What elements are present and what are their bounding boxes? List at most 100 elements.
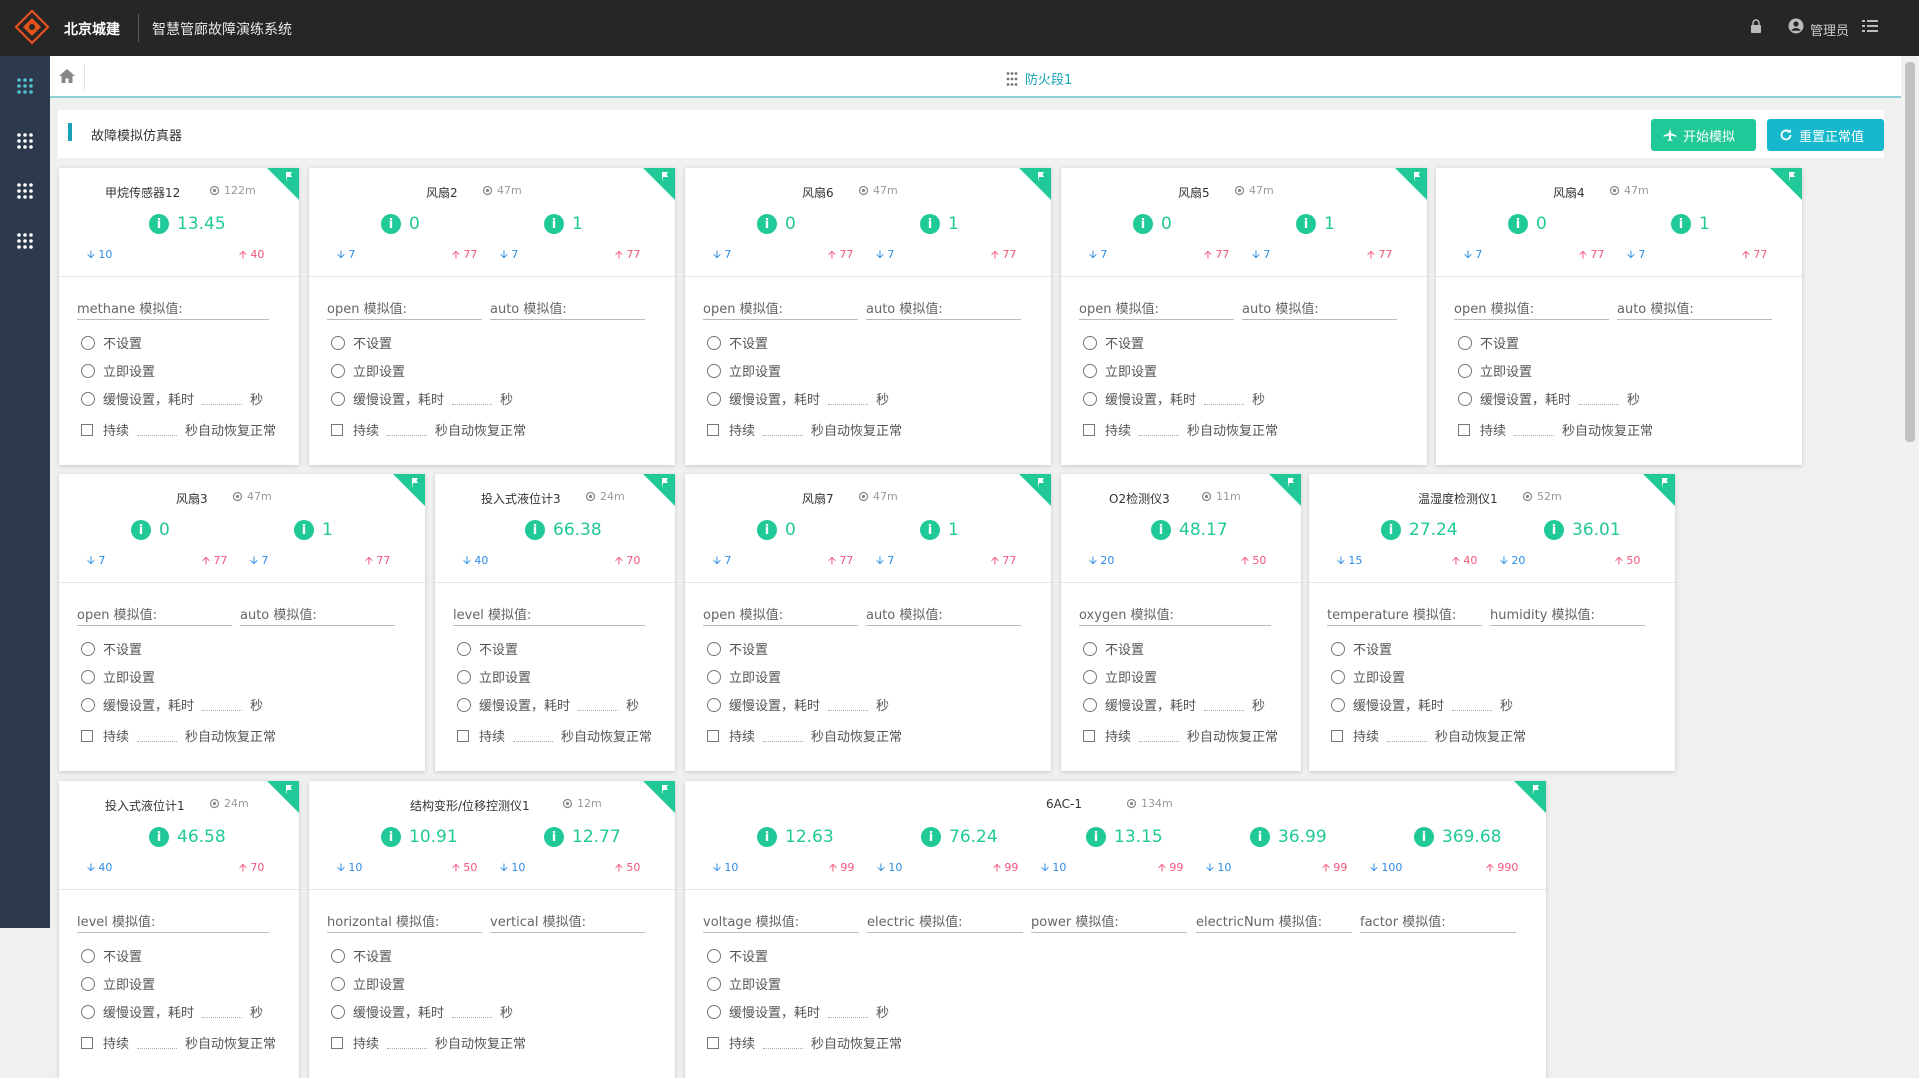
lock-icon[interactable] xyxy=(1750,19,1762,33)
simulate-value-input[interactable]: electricNum 模拟值: xyxy=(1196,911,1352,933)
radio-circle[interactable] xyxy=(707,391,721,406)
radio-circle[interactable] xyxy=(331,976,345,991)
duration-input[interactable] xyxy=(202,699,243,711)
radio-immediate[interactable]: 立即设置 xyxy=(81,974,155,993)
radio-no-setting[interactable]: 不设置 xyxy=(81,946,142,965)
radio-no-setting[interactable]: 不设置 xyxy=(1458,333,1519,352)
simulate-value-input[interactable]: open 模拟值: xyxy=(1079,298,1234,320)
simulate-value-input[interactable]: auto 模拟值: xyxy=(1242,298,1397,320)
auto-recover-checkbox[interactable]: 持续 秒自动恢复正常 xyxy=(331,420,526,439)
duration-input[interactable] xyxy=(578,699,619,711)
simulate-value-input[interactable]: factor 模拟值: xyxy=(1360,911,1516,933)
radio-slow[interactable]: 缓慢设置，耗时 秒 xyxy=(81,1002,263,1021)
duration-input[interactable] xyxy=(1579,393,1620,405)
duration-input[interactable] xyxy=(1452,699,1493,711)
radio-circle[interactable] xyxy=(81,976,95,991)
persist-input[interactable] xyxy=(1139,730,1180,742)
grid-nav-icon-1[interactable] xyxy=(15,76,35,96)
radio-no-setting[interactable]: 不设置 xyxy=(81,639,142,658)
grid-nav-icon-3[interactable] xyxy=(15,181,35,201)
radio-circle[interactable] xyxy=(1458,391,1472,406)
user-icon[interactable] xyxy=(1788,18,1804,34)
simulate-value-input[interactable]: open 模拟值: xyxy=(327,298,482,320)
radio-no-setting[interactable]: 不设置 xyxy=(707,946,768,965)
radio-no-setting[interactable]: 不设置 xyxy=(331,946,392,965)
simulate-value-input[interactable]: level 模拟值: xyxy=(77,911,269,933)
simulate-value-input[interactable]: open 模拟值: xyxy=(703,298,858,320)
radio-circle[interactable] xyxy=(457,669,471,684)
radio-immediate[interactable]: 立即设置 xyxy=(457,667,531,686)
radio-circle[interactable] xyxy=(707,697,721,712)
persist-input[interactable] xyxy=(1514,424,1555,436)
radio-circle[interactable] xyxy=(1083,363,1097,378)
radio-immediate[interactable]: 立即设置 xyxy=(1458,361,1532,380)
auto-recover-checkbox[interactable]: 持续 秒自动恢复正常 xyxy=(331,1033,526,1052)
checkbox[interactable] xyxy=(1083,729,1095,742)
radio-slow[interactable]: 缓慢设置，耗时 秒 xyxy=(1083,695,1265,714)
radio-circle[interactable] xyxy=(707,363,721,378)
radio-circle[interactable] xyxy=(331,1004,345,1019)
radio-no-setting[interactable]: 不设置 xyxy=(457,639,518,658)
auto-recover-checkbox[interactable]: 持续 秒自动恢复正常 xyxy=(707,420,902,439)
radio-immediate[interactable]: 立即设置 xyxy=(81,361,155,380)
auto-recover-checkbox[interactable]: 持续 秒自动恢复正常 xyxy=(1083,726,1278,745)
persist-input[interactable] xyxy=(763,424,804,436)
radio-slow[interactable]: 缓慢设置，耗时 秒 xyxy=(1458,389,1640,408)
duration-input[interactable] xyxy=(828,1006,869,1018)
radio-circle[interactable] xyxy=(331,391,345,406)
radio-circle[interactable] xyxy=(81,948,95,963)
radio-slow[interactable]: 缓慢设置，耗时 秒 xyxy=(707,1002,889,1021)
radio-circle[interactable] xyxy=(1458,335,1472,350)
duration-input[interactable] xyxy=(202,1006,243,1018)
simulate-value-input[interactable]: power 模拟值: xyxy=(1031,911,1187,933)
radio-circle[interactable] xyxy=(1331,697,1345,712)
auto-recover-checkbox[interactable]: 持续 秒自动恢复正常 xyxy=(457,726,652,745)
auto-recover-checkbox[interactable]: 持续 秒自动恢复正常 xyxy=(707,1033,902,1052)
radio-circle[interactable] xyxy=(1331,641,1345,656)
radio-slow[interactable]: 缓慢设置，耗时 秒 xyxy=(1331,695,1513,714)
checkbox[interactable] xyxy=(457,729,469,742)
duration-input[interactable] xyxy=(1204,393,1245,405)
persist-input[interactable] xyxy=(763,1037,804,1049)
simulate-value-input[interactable]: auto 模拟值: xyxy=(1617,298,1772,320)
username[interactable]: 管理员 xyxy=(1810,20,1849,39)
checkbox[interactable] xyxy=(1083,423,1095,436)
radio-immediate[interactable]: 立即设置 xyxy=(1083,667,1157,686)
auto-recover-checkbox[interactable]: 持续 秒自动恢复正常 xyxy=(1331,726,1526,745)
simulate-value-input[interactable]: open 模拟值: xyxy=(703,604,858,626)
menu-list-icon[interactable] xyxy=(1862,19,1878,33)
persist-input[interactable] xyxy=(513,730,554,742)
radio-circle[interactable] xyxy=(1083,391,1097,406)
simulate-value-input[interactable]: auto 模拟值: xyxy=(866,298,1021,320)
radio-circle[interactable] xyxy=(1458,363,1472,378)
checkbox[interactable] xyxy=(81,729,93,742)
radio-circle[interactable] xyxy=(1083,669,1097,684)
auto-recover-checkbox[interactable]: 持续 秒自动恢复正常 xyxy=(81,420,276,439)
duration-input[interactable] xyxy=(452,1006,493,1018)
simulate-value-input[interactable]: auto 模拟值: xyxy=(866,604,1021,626)
simulate-value-input[interactable]: humidity 模拟值: xyxy=(1490,604,1645,626)
radio-circle[interactable] xyxy=(81,363,95,378)
duration-input[interactable] xyxy=(452,393,493,405)
checkbox[interactable] xyxy=(81,423,93,436)
auto-recover-checkbox[interactable]: 持续 秒自动恢复正常 xyxy=(81,726,276,745)
radio-immediate[interactable]: 立即设置 xyxy=(331,974,405,993)
radio-slow[interactable]: 缓慢设置，耗时 秒 xyxy=(1083,389,1265,408)
radio-immediate[interactable]: 立即设置 xyxy=(331,361,405,380)
simulate-value-input[interactable]: temperature 模拟值: xyxy=(1327,604,1482,626)
radio-slow[interactable]: 缓慢设置，耗时 秒 xyxy=(81,389,263,408)
checkbox[interactable] xyxy=(81,1036,93,1049)
radio-no-setting[interactable]: 不设置 xyxy=(1083,333,1144,352)
radio-circle[interactable] xyxy=(81,391,95,406)
radio-circle[interactable] xyxy=(707,669,721,684)
radio-circle[interactable] xyxy=(81,335,95,350)
simulate-value-input[interactable]: methane 模拟值: xyxy=(77,298,269,320)
radio-slow[interactable]: 缓慢设置，耗时 秒 xyxy=(707,389,889,408)
radio-no-setting[interactable]: 不设置 xyxy=(707,639,768,658)
radio-slow[interactable]: 缓慢设置，耗时 秒 xyxy=(81,695,263,714)
radio-immediate[interactable]: 立即设置 xyxy=(81,667,155,686)
duration-input[interactable] xyxy=(1204,699,1245,711)
radio-immediate[interactable]: 立即设置 xyxy=(707,361,781,380)
persist-input[interactable] xyxy=(137,730,178,742)
reset-normal-button[interactable]: 重置正常值 xyxy=(1767,119,1884,151)
